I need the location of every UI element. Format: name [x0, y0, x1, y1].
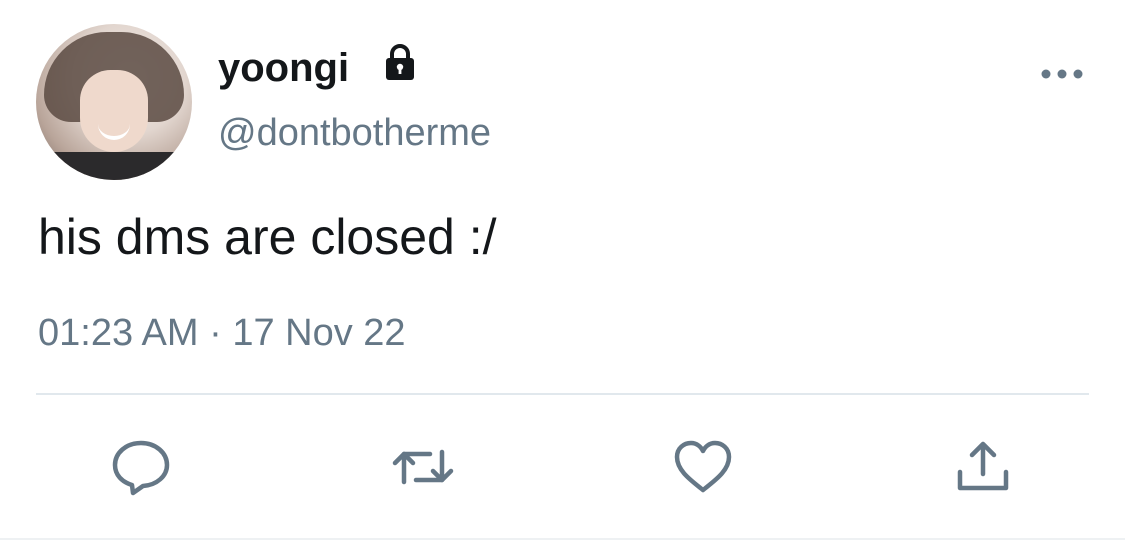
like-button[interactable] — [672, 438, 734, 496]
avatar-shirt — [36, 152, 192, 180]
tweet-card: yoongi @dontbotherme his dms are closed … — [0, 0, 1125, 558]
display-name[interactable]: yoongi — [218, 44, 349, 92]
retweet-icon — [392, 449, 454, 485]
retweet-button[interactable] — [392, 438, 454, 496]
share-upload-icon — [957, 441, 1009, 491]
share-button[interactable] — [952, 438, 1014, 496]
divider — [36, 393, 1089, 395]
heart-icon — [674, 440, 732, 493]
user-handle[interactable]: @dontbotherme — [218, 110, 491, 156]
tweet-timestamp[interactable]: 01:23 AM · 17 Nov 22 — [38, 310, 406, 356]
more-dots-icon[interactable] — [1040, 64, 1084, 84]
avatar[interactable] — [36, 24, 192, 180]
reply-button[interactable] — [110, 438, 172, 496]
lock-icon — [380, 42, 420, 82]
tweet-text: his dms are closed :/ — [38, 209, 497, 265]
speech-bubble-icon — [112, 440, 170, 496]
bottom-divider — [0, 538, 1125, 540]
